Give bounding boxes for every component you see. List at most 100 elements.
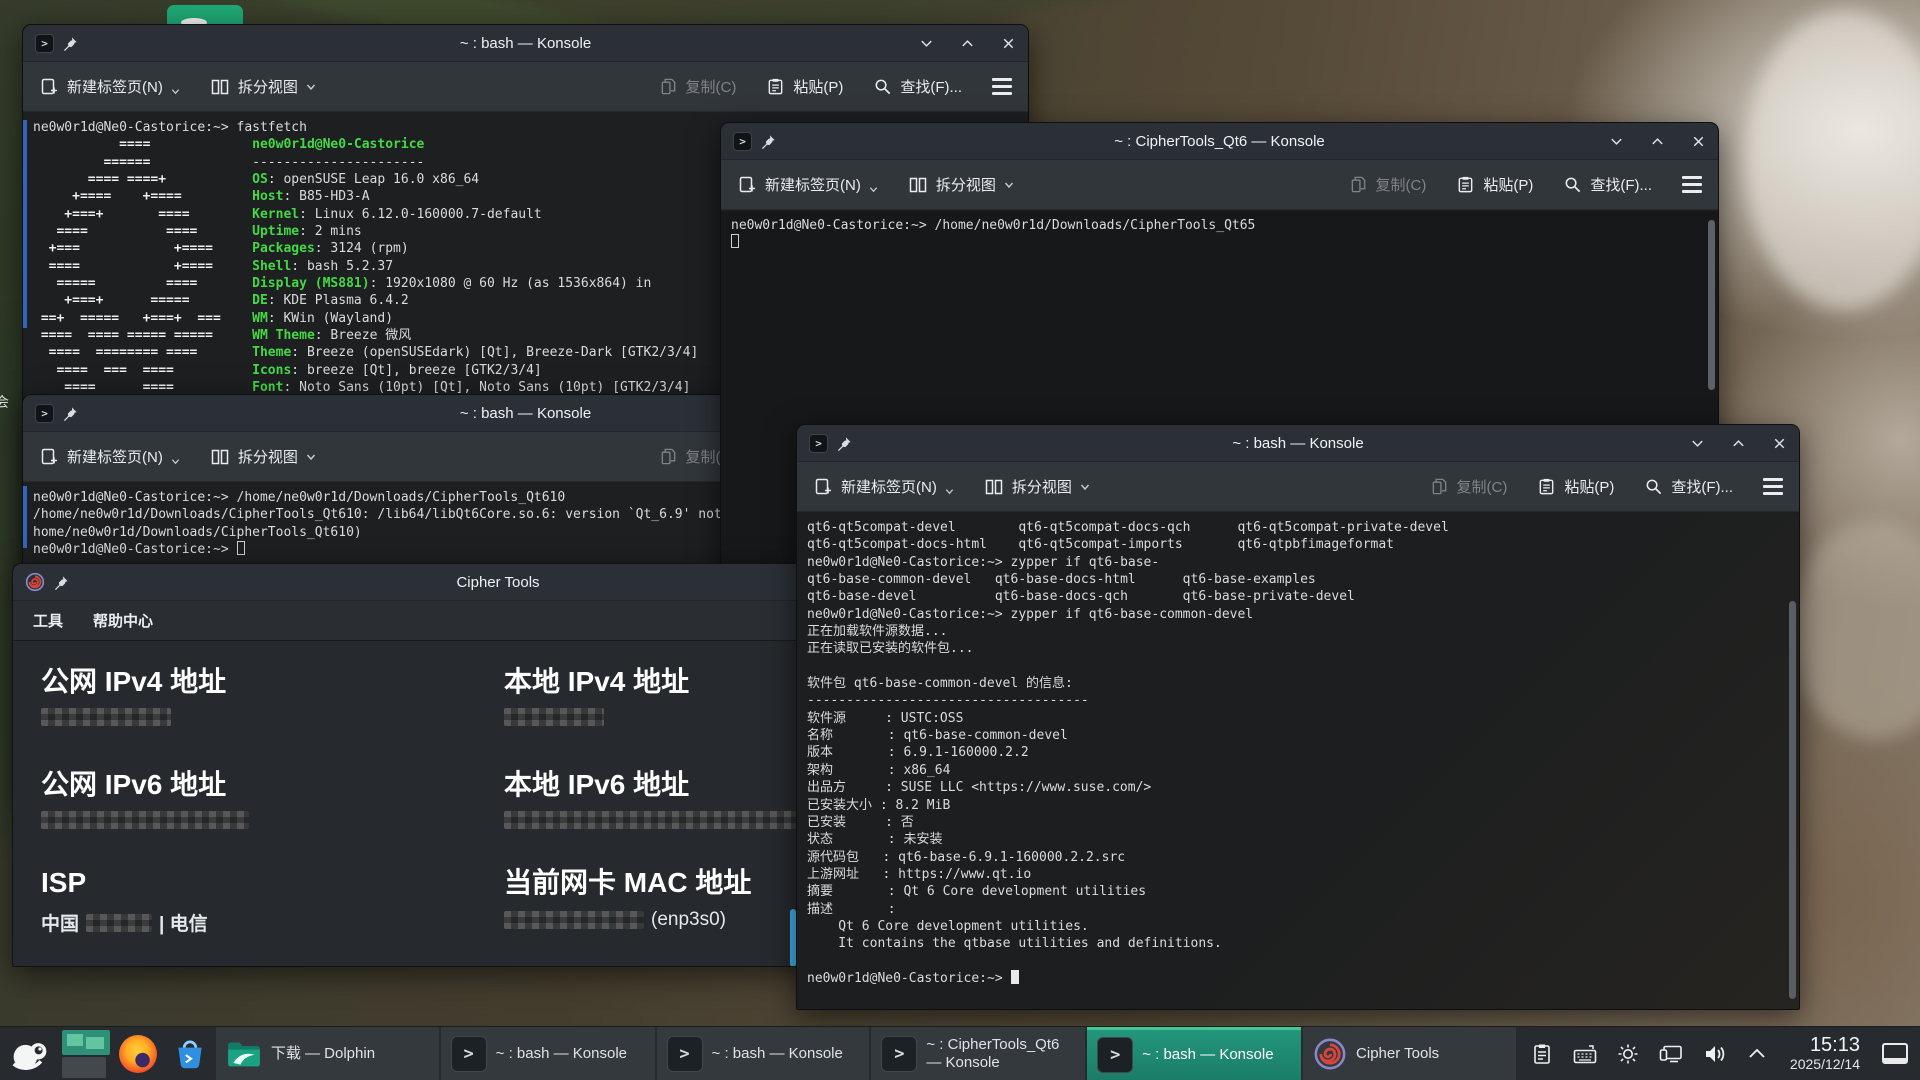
menu-item-tools[interactable]: 工具 xyxy=(33,610,63,631)
volume-icon[interactable] xyxy=(1702,1042,1728,1066)
cipher-tools-icon xyxy=(1313,1037,1347,1071)
task-label: ~ : CipherTools_Qt6 — Konsole xyxy=(926,1036,1075,1072)
firefox-launcher[interactable] xyxy=(112,1027,164,1080)
terminal-line: ne0w0r1d@Ne0-Castorice:~> zypper if qt6-… xyxy=(807,554,1799,571)
card-local-ipv6: 本地 IPv6 地址 xyxy=(504,769,804,829)
task-dolphin[interactable]: 下载 — Dolphin xyxy=(216,1027,439,1080)
find-button[interactable]: 查找(F)... xyxy=(1563,174,1652,195)
copy-icon xyxy=(1349,175,1368,194)
split-view-icon xyxy=(210,77,230,97)
split-view-button[interactable]: 拆分视图 xyxy=(984,476,1090,497)
find-button[interactable]: 查找(F)... xyxy=(1644,476,1733,497)
split-view-label: 拆分视图 xyxy=(238,76,298,97)
new-tab-button[interactable]: 新建标签页(N) xyxy=(39,76,180,97)
new-tab-button[interactable]: 新建标签页(N) xyxy=(737,174,878,195)
clipboard-icon[interactable] xyxy=(1530,1042,1554,1066)
pin-icon[interactable] xyxy=(63,36,78,51)
split-view-label: 拆分视图 xyxy=(238,446,298,467)
task-konsole-ciphertools[interactable]: > ~ : CipherTools_Qt6 — Konsole xyxy=(871,1027,1085,1080)
paste-button[interactable]: 粘贴(P) xyxy=(766,76,843,97)
menu-button[interactable] xyxy=(1763,478,1783,495)
titlebar[interactable]: > ~ : bash — Konsole xyxy=(797,425,1799,462)
redacted-value xyxy=(41,811,249,829)
redacted-value xyxy=(504,911,644,929)
pin-icon[interactable] xyxy=(54,575,69,590)
card-title: 本地 IPv4 地址 xyxy=(504,666,689,698)
copy-button[interactable]: 复制(C) xyxy=(659,76,737,97)
paste-label: 粘贴(P) xyxy=(1564,476,1614,497)
minimize-icon[interactable] xyxy=(919,36,934,51)
task-konsole-2[interactable]: > ~ : bash — Konsole xyxy=(657,1027,870,1080)
menu-button[interactable] xyxy=(992,78,1012,95)
copy-button[interactable]: 复制(C) xyxy=(1430,476,1508,497)
paste-button[interactable]: 粘贴(P) xyxy=(1456,174,1533,195)
new-tab-button[interactable]: 新建标签页(N) xyxy=(39,446,180,467)
close-icon[interactable] xyxy=(1001,36,1016,51)
pin-icon[interactable] xyxy=(63,406,78,421)
new-tab-label: 新建标签页(N) xyxy=(765,174,861,195)
card-title: 公网 IPv6 地址 xyxy=(41,769,249,801)
clock-date: 2025/12/14 xyxy=(1790,1056,1860,1072)
expand-tray-chevron-icon[interactable] xyxy=(1746,1043,1768,1065)
application-launcher-button[interactable] xyxy=(0,1027,60,1080)
terminal-line: 上游网址 : https://www.qt.io xyxy=(807,866,1799,883)
maximize-icon[interactable] xyxy=(1731,436,1746,451)
new-tab-button[interactable]: 新建标签页(N) xyxy=(813,476,954,497)
display-settings-icon[interactable] xyxy=(1658,1042,1684,1066)
chevron-down-icon xyxy=(1080,482,1090,492)
virtual-desktop-pager[interactable] xyxy=(60,1027,112,1080)
clock-time: 15:13 xyxy=(1790,1035,1860,1056)
split-view-label: 拆分视图 xyxy=(1012,476,1072,497)
card-title: 本地 IPv6 地址 xyxy=(504,769,804,801)
find-button[interactable]: 查找(F)... xyxy=(873,76,962,97)
split-view-button[interactable]: 拆分视图 xyxy=(210,76,316,97)
maximize-icon[interactable] xyxy=(1650,134,1665,149)
split-view-icon xyxy=(908,175,928,195)
discover-launcher[interactable] xyxy=(164,1027,216,1080)
scrollbar[interactable] xyxy=(1708,220,1715,390)
menu-item-help[interactable]: 帮助中心 xyxy=(93,610,153,631)
titlebar[interactable]: > ~ : bash — Konsole xyxy=(23,25,1028,62)
close-icon[interactable] xyxy=(1691,134,1706,149)
paste-button[interactable]: 粘贴(P) xyxy=(1537,476,1614,497)
dolphin-icon xyxy=(226,1039,262,1069)
scrollbar[interactable] xyxy=(1789,601,1796,999)
terminal-line: 版本 : 6.9.1-160000.2.2 xyxy=(807,744,1799,761)
digital-clock[interactable]: 15:13 2025/12/14 xyxy=(1790,1035,1860,1072)
pager-desktop-1[interactable] xyxy=(62,1030,110,1055)
maximize-icon[interactable] xyxy=(960,36,975,51)
split-view-button[interactable]: 拆分视图 xyxy=(210,446,316,467)
paste-icon xyxy=(766,77,785,96)
paste-icon xyxy=(1537,477,1556,496)
keyboard-icon[interactable] xyxy=(1572,1042,1598,1066)
minimize-icon[interactable] xyxy=(1690,436,1705,451)
new-tab-label: 新建标签页(N) xyxy=(841,476,937,497)
close-icon[interactable] xyxy=(1772,436,1787,451)
firefox-icon xyxy=(119,1035,157,1073)
new-tab-label: 新建标签页(N) xyxy=(67,446,163,467)
titlebar[interactable]: > ~ : CipherTools_Qt6 — Konsole xyxy=(721,123,1718,160)
terminal-line: 架构 : x86_64 xyxy=(807,762,1799,779)
terminal-cursor xyxy=(237,541,245,555)
snow-patch-decor xyxy=(1745,10,1920,310)
show-desktop-button[interactable] xyxy=(1882,1043,1908,1064)
konsole-app-icon: > xyxy=(733,132,752,151)
task-konsole-1[interactable]: > ~ : bash — Konsole xyxy=(441,1027,655,1080)
terminal-line: 正在加载软件源数据... xyxy=(807,623,1799,640)
minimize-icon[interactable] xyxy=(1609,134,1624,149)
split-view-button[interactable]: 拆分视图 xyxy=(908,174,1014,195)
brightness-icon[interactable] xyxy=(1616,1042,1640,1066)
task-cipher-tools[interactable]: Cipher Tools xyxy=(1303,1027,1516,1080)
menu-button[interactable] xyxy=(1682,176,1702,193)
pin-icon[interactable] xyxy=(761,134,776,149)
terminal-line: 已安装大小 : 8.2 MiB xyxy=(807,797,1799,814)
copy-label: 复制(C) xyxy=(686,76,737,97)
search-icon xyxy=(873,77,892,96)
pager-desktop-2[interactable] xyxy=(62,1057,106,1078)
terminal-output[interactable]: qt6-qt5compat-devel qt6-qt5compat-docs-q… xyxy=(797,513,1799,1009)
copy-button[interactable]: 复制(C) xyxy=(1349,174,1427,195)
task-konsole-active[interactable]: > ~ : bash — Konsole xyxy=(1087,1027,1301,1080)
pin-icon[interactable] xyxy=(837,436,852,451)
task-label: Cipher Tools xyxy=(1356,1045,1439,1063)
mac-interface-suffix: (enp3s0) xyxy=(651,909,726,931)
